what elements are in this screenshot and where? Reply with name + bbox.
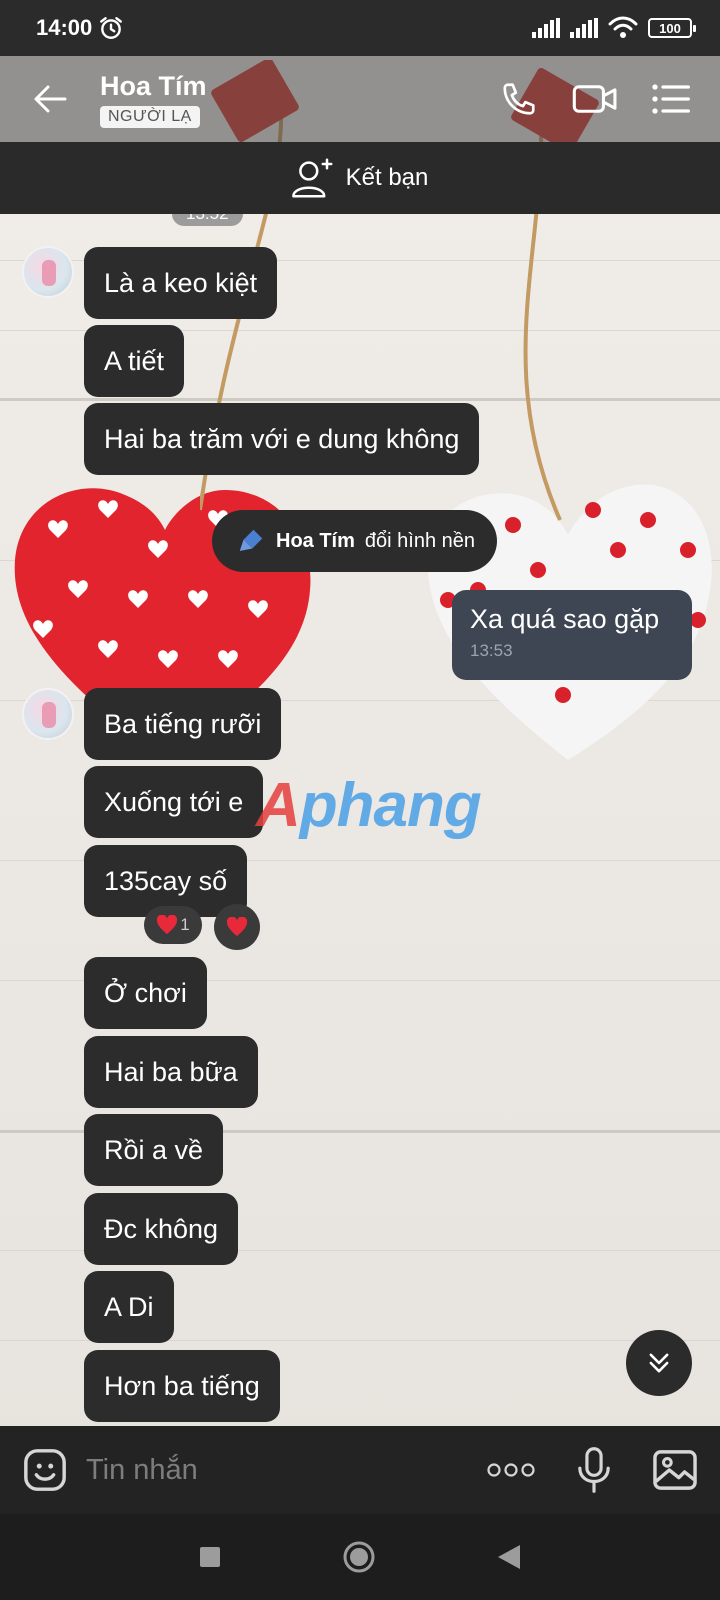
received-message[interactable]: Ở chơi <box>84 957 207 1029</box>
watermark-letter: A <box>256 771 301 840</box>
received-message[interactable]: Ba tiếng rưỡi <box>84 688 282 760</box>
sent-message[interactable]: Xa quá sao gặp 13:53 <box>452 590 692 680</box>
contact-avatar[interactable] <box>22 246 74 298</box>
system-navigation-bar <box>0 1514 720 1600</box>
contact-avatar[interactable] <box>22 688 74 740</box>
sticker-icon[interactable] <box>22 1447 68 1493</box>
scroll-to-bottom-button[interactable] <box>626 1330 692 1396</box>
sent-message-time: 13:53 <box>470 641 513 660</box>
received-message[interactable]: Hơn ba tiếng <box>84 1350 280 1422</box>
recent-apps-icon[interactable] <box>198 1545 222 1569</box>
message-list[interactable]: 13:52 Là a keo kiệt A tiết Hai ba trăm v… <box>0 214 720 1426</box>
image-icon[interactable] <box>652 1449 698 1491</box>
heart-icon <box>157 915 178 935</box>
received-message[interactable]: Xuống tới e <box>84 766 264 838</box>
alarm-icon <box>100 17 123 39</box>
sent-message-text: Xa quá sao gặp <box>470 604 660 634</box>
home-icon[interactable] <box>342 1540 376 1574</box>
chat-options-button[interactable] <box>648 76 694 122</box>
contact-name: Hoa Tím <box>100 70 207 101</box>
wifi-icon <box>608 16 638 38</box>
message-input-bar: Tin nhắn <box>0 1426 720 1514</box>
battery-indicator: 100 <box>648 18 696 38</box>
arrow-left-icon <box>34 85 67 113</box>
watermark-logo: Aphang <box>256 770 482 841</box>
status-time: 14:00 <box>36 15 93 40</box>
voice-call-button[interactable] <box>496 76 542 122</box>
reaction-count: 1 <box>180 915 190 934</box>
stranger-badge: NGƯỜI LẠ <box>100 105 200 128</box>
status-bar: 14:00 100 <box>0 0 720 56</box>
double-chevron-down-icon <box>649 1353 669 1373</box>
back-button[interactable] <box>0 56 100 142</box>
reaction-summary[interactable]: 1 <box>144 906 202 944</box>
received-message[interactable]: A Di <box>84 1271 174 1343</box>
microphone-icon[interactable] <box>576 1447 612 1493</box>
video-call-button[interactable] <box>572 76 618 122</box>
signal-icon <box>570 18 598 38</box>
add-friend-label: Kết bạn <box>345 164 429 191</box>
back-triangle-icon[interactable] <box>496 1543 522 1571</box>
react-button[interactable] <box>214 904 260 950</box>
list-menu-icon <box>652 84 690 114</box>
contact-title[interactable]: Hoa Tím NGƯỜI LẠ <box>100 71 207 128</box>
more-dots-icon[interactable] <box>486 1460 536 1480</box>
message-input[interactable]: Tin nhắn <box>86 1454 198 1487</box>
received-message[interactable]: Là a keo kiệt <box>84 247 278 319</box>
watermark-word: phang <box>299 771 482 840</box>
add-user-icon <box>291 158 333 198</box>
received-message[interactable]: Rồi a về <box>84 1114 224 1186</box>
signal-icon <box>532 18 560 38</box>
wallpaper-change-notice: Hoa Tím đổi hình nền <box>212 510 498 572</box>
received-message[interactable]: Đc không <box>84 1193 239 1265</box>
received-message[interactable]: Hai ba bữa <box>84 1036 258 1108</box>
message-time-separator: 13:52 <box>172 214 243 226</box>
add-friend-button[interactable]: Kết bạn <box>0 142 720 214</box>
phone-icon <box>503 83 535 115</box>
notice-name: Hoa Tím <box>276 529 355 552</box>
received-message[interactable]: A tiết <box>84 325 185 397</box>
video-camera-icon <box>572 85 617 113</box>
heart-icon <box>226 917 248 937</box>
notice-text: đổi hình nền <box>364 529 476 552</box>
received-message[interactable]: Hai ba trăm với e dung không <box>84 403 480 475</box>
chat-header: Hoa Tím NGƯỜI LẠ <box>0 56 720 142</box>
paint-brush-icon <box>239 529 263 551</box>
